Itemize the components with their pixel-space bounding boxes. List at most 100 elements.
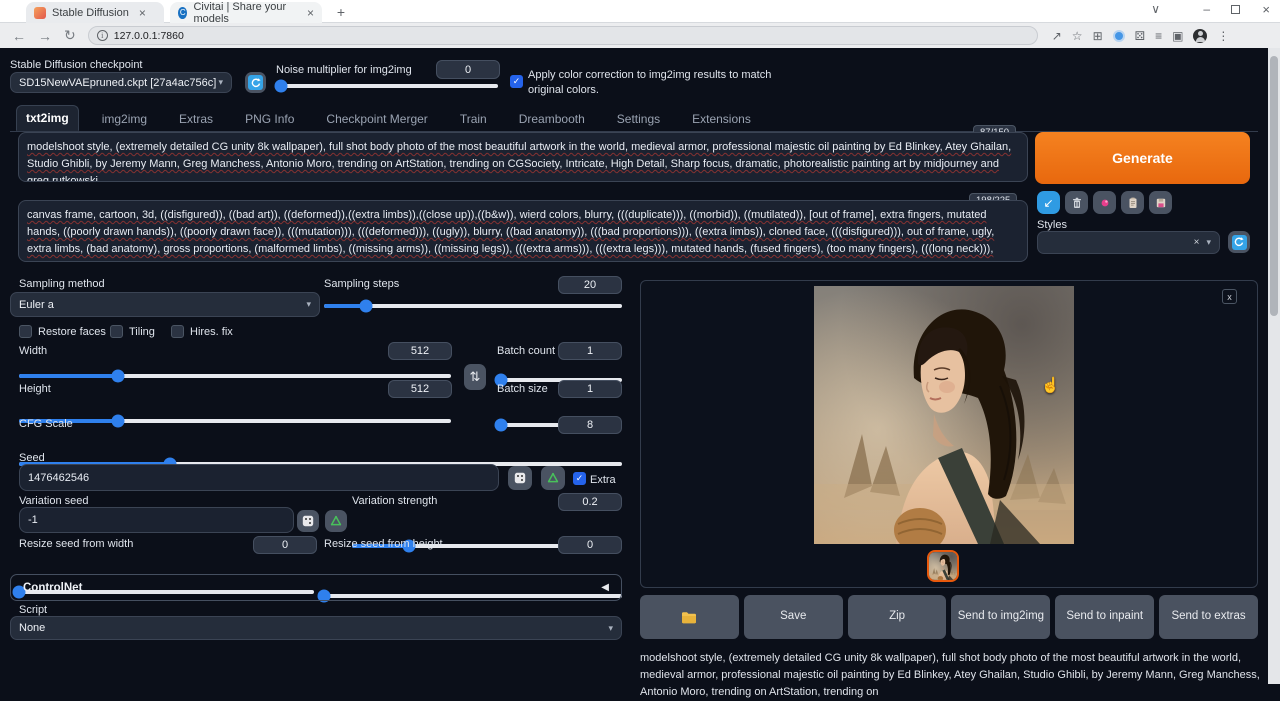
styles-dropdown[interactable]: × ▾ bbox=[1037, 231, 1220, 254]
url-bar[interactable]: i 127.0.0.1:7860 bbox=[88, 26, 1038, 45]
width-slider[interactable] bbox=[19, 374, 451, 378]
site-info-icon[interactable]: i bbox=[97, 30, 108, 41]
tab-train[interactable]: Train bbox=[451, 107, 496, 131]
styles-clear-icon[interactable]: × bbox=[1194, 237, 1200, 248]
script-value: None bbox=[19, 622, 45, 634]
clear-prompt-button[interactable] bbox=[1065, 191, 1088, 214]
tiling-checkbox[interactable] bbox=[110, 325, 123, 338]
resize-seed-height-value[interactable]: 0 bbox=[558, 536, 622, 554]
controlnet-accordion[interactable]: ControlNet ◀ bbox=[10, 574, 622, 601]
sampling-steps-value[interactable]: 20 bbox=[558, 276, 622, 294]
window-close-button[interactable]: × bbox=[1262, 2, 1270, 17]
extra-seed-checkbox[interactable]: ✓ bbox=[573, 472, 586, 485]
tab-txt2img[interactable]: txt2img bbox=[16, 105, 79, 131]
sampling-method-dropdown[interactable]: Euler a ▾ bbox=[10, 292, 320, 317]
script-dropdown[interactable]: None ▾ bbox=[10, 616, 622, 640]
tab-extensions[interactable]: Extensions bbox=[683, 107, 760, 131]
thumbnail[interactable] bbox=[927, 550, 959, 582]
restore-faces-checkbox[interactable] bbox=[19, 325, 32, 338]
paste-params-button[interactable]: ↙ bbox=[1037, 191, 1060, 214]
slider-knob[interactable] bbox=[112, 370, 125, 383]
color-correction-checkbox[interactable]: ✓ bbox=[510, 75, 523, 88]
generated-image[interactable] bbox=[814, 286, 1074, 544]
bookmark-star-icon[interactable]: ☆ bbox=[1072, 29, 1083, 43]
swap-dimensions-button[interactable]: ⇅ bbox=[464, 364, 486, 390]
random-seed-button[interactable] bbox=[508, 466, 532, 490]
browser-tab-civitai[interactable]: C Civitai | Share your models × bbox=[170, 2, 322, 23]
send-to-inpaint-button[interactable]: Send to inpaint bbox=[1055, 595, 1154, 639]
browser-menu-icon[interactable]: ⋮ bbox=[1217, 29, 1229, 43]
back-button[interactable]: ← bbox=[12, 28, 26, 44]
open-folder-button[interactable] bbox=[640, 595, 739, 639]
apps-icon[interactable]: ⊞ bbox=[1093, 29, 1103, 43]
resize-seed-width-value[interactable]: 0 bbox=[253, 536, 317, 554]
generation-info: modelshoot style, (extremely detailed CG… bbox=[640, 650, 1265, 701]
noise-multiplier-slider[interactable] bbox=[281, 84, 498, 88]
slider-knob[interactable] bbox=[494, 419, 507, 432]
batch-size-value[interactable]: 1 bbox=[558, 380, 622, 398]
window-minimize-button[interactable]: – bbox=[1203, 2, 1210, 16]
noise-multiplier-input[interactable]: 0 bbox=[436, 60, 500, 79]
send-to-extras-button[interactable]: Send to extras bbox=[1159, 595, 1258, 639]
variation-strength-value[interactable]: 0.2 bbox=[558, 493, 622, 511]
extra-networks-button[interactable] bbox=[1093, 191, 1116, 214]
seed-value: 1476462546 bbox=[28, 472, 89, 484]
variation-reuse-seed-button[interactable] bbox=[325, 510, 347, 532]
save-button[interactable]: Save bbox=[744, 595, 843, 639]
extra-networks-icon bbox=[1099, 197, 1111, 209]
forward-button[interactable]: → bbox=[38, 28, 52, 44]
stable-diffusion-webui: Stable Diffusion checkpoint SD15NewVAEpr… bbox=[0, 48, 1268, 684]
side-panel-icon[interactable]: ▣ bbox=[1172, 29, 1183, 43]
tab-img2img[interactable]: img2img bbox=[93, 107, 156, 131]
reading-list-icon[interactable]: ≡ bbox=[1155, 29, 1162, 43]
negative-prompt-input[interactable]: canvas frame, cartoon, 3d, ((disfigured)… bbox=[18, 200, 1028, 262]
reload-button[interactable]: ↻ bbox=[64, 27, 76, 44]
height-value[interactable]: 512 bbox=[388, 380, 452, 398]
scrollbar-thumb[interactable] bbox=[1270, 56, 1278, 316]
variation-seed-input[interactable]: -1 bbox=[19, 507, 294, 533]
hires-fix-checkbox[interactable] bbox=[171, 325, 184, 338]
new-tab-button[interactable]: + bbox=[332, 4, 350, 22]
generate-button[interactable]: Generate bbox=[1035, 132, 1250, 184]
slider-knob[interactable] bbox=[359, 300, 372, 313]
hires-fix-label: Hires. fix bbox=[190, 326, 233, 338]
refresh-icon bbox=[1233, 236, 1245, 248]
page-scrollbar[interactable] bbox=[1268, 48, 1280, 684]
extension-dot-icon[interactable] bbox=[1113, 30, 1125, 42]
save-style-button[interactable] bbox=[1149, 191, 1172, 214]
window-maximize-button[interactable] bbox=[1231, 5, 1240, 14]
sampling-steps-label: Sampling steps bbox=[324, 278, 399, 290]
share-icon[interactable]: ↗ bbox=[1052, 29, 1062, 43]
window-chevron-icon[interactable]: ∨ bbox=[1151, 2, 1160, 16]
browser-tab-stable-diffusion[interactable]: Stable Diffusion × bbox=[26, 2, 164, 23]
zip-button[interactable]: Zip bbox=[848, 595, 947, 639]
prompt-input[interactable]: modelshoot style, (extremely detailed CG… bbox=[18, 132, 1028, 182]
width-value[interactable]: 512 bbox=[388, 342, 452, 360]
gallery-close-button[interactable]: x bbox=[1222, 289, 1237, 304]
tab-dreambooth[interactable]: Dreambooth bbox=[510, 107, 594, 131]
tab-settings[interactable]: Settings bbox=[608, 107, 669, 131]
cfg-scale-value[interactable]: 8 bbox=[558, 416, 622, 434]
slider-knob[interactable] bbox=[112, 415, 125, 428]
checkpoint-dropdown[interactable]: SD15NewVAEpruned.ckpt [27a4ac756c] ▾ bbox=[10, 72, 232, 93]
seed-input[interactable]: 1476462546 bbox=[19, 464, 499, 491]
tab-png-info[interactable]: PNG Info bbox=[236, 107, 303, 131]
tab-close-icon[interactable]: × bbox=[307, 6, 314, 20]
profile-avatar[interactable] bbox=[1193, 29, 1207, 43]
styles-refresh-button[interactable] bbox=[1228, 231, 1250, 253]
variation-random-seed-button[interactable] bbox=[297, 510, 319, 532]
reuse-seed-button[interactable] bbox=[541, 466, 565, 490]
slider-knob[interactable] bbox=[275, 80, 288, 93]
extensions-puzzle-icon[interactable]: ⚄ bbox=[1135, 29, 1145, 43]
tab-checkpoint-merger[interactable]: Checkpoint Merger bbox=[317, 107, 436, 131]
tab-close-icon[interactable]: × bbox=[139, 6, 146, 20]
sampling-steps-slider[interactable] bbox=[324, 304, 622, 308]
trash-icon bbox=[1071, 197, 1083, 209]
tab-extras[interactable]: Extras bbox=[170, 107, 222, 131]
height-slider[interactable] bbox=[19, 419, 451, 423]
send-to-img2img-button[interactable]: Send to img2img bbox=[951, 595, 1050, 639]
apply-style-button[interactable] bbox=[1121, 191, 1144, 214]
accordion-collapsed-icon: ◀ bbox=[601, 582, 609, 593]
checkpoint-refresh-button[interactable] bbox=[245, 72, 266, 93]
batch-count-value[interactable]: 1 bbox=[558, 342, 622, 360]
